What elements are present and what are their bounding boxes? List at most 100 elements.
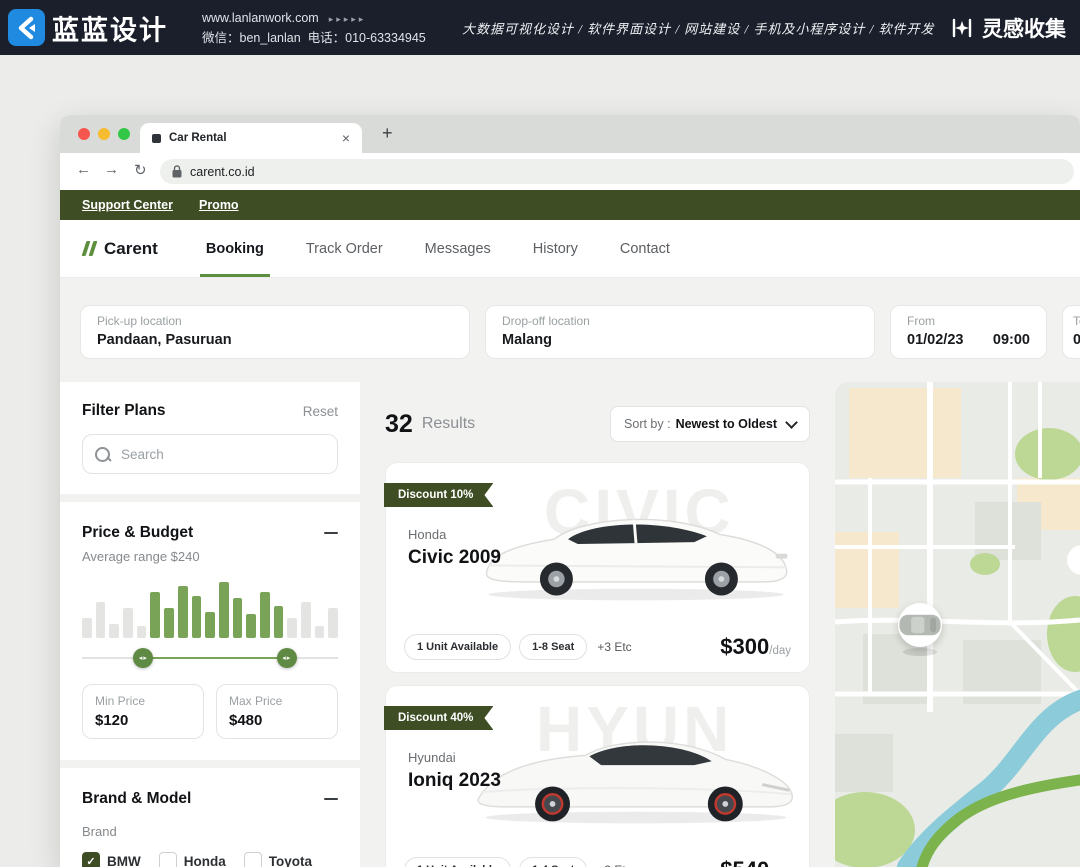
dropoff-label: Drop-off location [502,314,858,328]
pickup-location-field[interactable]: Pick-up location Pandaan, Pasuruan [80,305,470,359]
collapse-icon[interactable] [324,532,338,534]
map-panel[interactable] [835,382,1080,867]
banner-services: 大数据可视化设计 / 软件界面设计 / 网站建设 / 手机及小程序设计 / 软件… [462,18,934,37]
carent-logo[interactable]: Carent [84,239,158,259]
extra-features-text: +3 Etc [597,640,631,654]
lock-icon [172,165,182,178]
car-price: $540/day [720,857,791,867]
car-price: $300/day [720,634,791,660]
collapse-icon[interactable] [324,798,338,800]
reset-button[interactable]: Reset [303,404,338,419]
results-header: 32 Results Sort by : Newest to Oldest [385,406,810,442]
checkbox-icon[interactable] [244,852,262,867]
map-car-marker[interactable] [898,603,942,647]
car-model: Civic 2009 [408,547,501,569]
url-text: carent.co.id [190,165,255,179]
brand-option-toyota[interactable]: Toyota [244,852,312,867]
inspiration-icon [950,16,974,40]
discount-badge: Discount 10% [384,483,493,507]
histogram-bar [82,618,92,638]
filter-header-card: Filter Plans Reset [60,382,360,494]
price-budget-title: Price & Budget [82,524,193,542]
to-datetime-field[interactable]: To 01/02/23 [1062,305,1080,359]
car-card-ioniq[interactable]: HYUN Discount 40% [385,685,810,867]
inspiration-collect: 灵感收集 [950,13,1066,43]
carent-brand-name: Carent [104,239,158,259]
slider-selected-range [143,657,286,659]
brand-option-label: Honda [184,854,226,867]
max-price-field[interactable]: Max Price $480 [216,684,338,739]
promo-banner: 蓝蓝设计 www.lanlanwork.com▸▸▸▸▸ 微信：ben_lanl… [0,0,1080,55]
site-nav: Carent Booking Track Order Messages Hist… [60,220,1080,278]
sort-dropdown[interactable]: Sort by : Newest to Oldest [610,406,810,442]
banner-wechat: 微信：ben_lanlan [202,31,301,45]
new-tab-button[interactable]: + [382,123,393,144]
availability-badge: 1 Unit Available [404,634,511,660]
minimize-window-button[interactable] [98,128,110,140]
support-center-link[interactable]: Support Center [82,198,173,212]
to-label: To [1073,314,1080,328]
min-price-field[interactable]: Min Price $120 [82,684,204,739]
max-price-label: Max Price [229,694,325,708]
brand-option-bmw[interactable]: ✓BMW [82,852,141,867]
from-datetime-field[interactable]: From 01/02/23 09:00 [890,305,1047,359]
promo-link[interactable]: Promo [199,198,239,212]
forward-icon[interactable]: → [104,161,119,178]
car-model: Ioniq 2023 [408,770,501,792]
from-label: From [907,314,1030,328]
seat-badge: 1-8 Seat [519,634,587,660]
histogram-bar [233,598,243,638]
min-price-value: $120 [95,712,191,729]
price-budget-card: Price & Budget Average range $240 ◂▸ ◂▸ [60,502,360,760]
car-brand: Honda [408,527,446,542]
nav-item-track-order[interactable]: Track Order [306,220,383,277]
filter-sidebar: Filter Plans Reset Price & Budget [60,382,360,867]
nav-item-booking[interactable]: Booking [206,220,264,277]
browser-addressbar: ← → ↻ carent.co.id [60,153,1080,190]
banner-logo-text: 蓝蓝设计 [52,8,168,47]
filter-search-input[interactable] [119,446,325,463]
browser-tab[interactable]: Car Rental × [140,123,362,153]
dropoff-location-field[interactable]: Drop-off location Malang [485,305,875,359]
url-field[interactable]: carent.co.id [160,159,1074,184]
car-top-view-icon [898,603,942,647]
slider-handle-max[interactable]: ◂▸ [277,648,297,668]
screenshot-root: 蓝蓝设计 www.lanlanwork.com▸▸▸▸▸ 微信：ben_lanl… [0,0,1080,867]
histogram-bar [96,602,106,638]
close-window-button[interactable] [78,128,90,140]
car-brand: Hyundai [408,750,456,765]
tab-close-icon[interactable]: × [342,131,350,145]
reload-icon[interactable]: ↻ [134,161,147,179]
window-controls[interactable] [78,128,130,140]
search-row: Pick-up location Pandaan, Pasuruan Drop-… [80,305,1080,359]
histogram-bar [150,592,160,638]
slider-handle-min[interactable]: ◂▸ [133,648,153,668]
checkbox-icon[interactable] [159,852,177,867]
discount-badge: Discount 40% [384,706,493,730]
nav-item-messages[interactable]: Messages [425,220,491,277]
nav-item-history[interactable]: History [533,220,578,277]
sort-prefix: Sort by : [624,417,671,431]
checkbox-checked-icon[interactable]: ✓ [82,852,100,867]
filter-search-box[interactable] [82,434,338,474]
carent-logo-icon [84,241,95,256]
brand-model-title: Brand & Model [82,790,191,808]
sort-value: Newest to Oldest [676,417,777,431]
banner-website: www.lanlanwork.com [202,11,319,25]
car-card-civic[interactable]: CIVIC Dis [385,462,810,673]
nav-item-contact[interactable]: Contact [620,220,670,277]
brand-group-label: Brand [82,824,338,839]
maximize-window-button[interactable] [118,128,130,140]
pickup-value: Pandaan, Pasuruan [97,332,453,348]
results-column: 32 Results Sort by : Newest to Oldest CI… [385,382,810,867]
extra-features-text: +3 Etc [597,863,631,867]
histogram-bar [287,618,297,638]
histogram-bar [205,612,215,638]
back-icon[interactable]: ← [76,161,91,178]
site-topbar: Support Center Promo [60,190,1080,220]
inspiration-label: 灵感收集 [982,13,1066,43]
histogram-bar [260,592,270,638]
histogram-bar [137,626,147,638]
from-time: 09:00 [993,332,1030,348]
brand-option-honda[interactable]: Honda [159,852,226,867]
